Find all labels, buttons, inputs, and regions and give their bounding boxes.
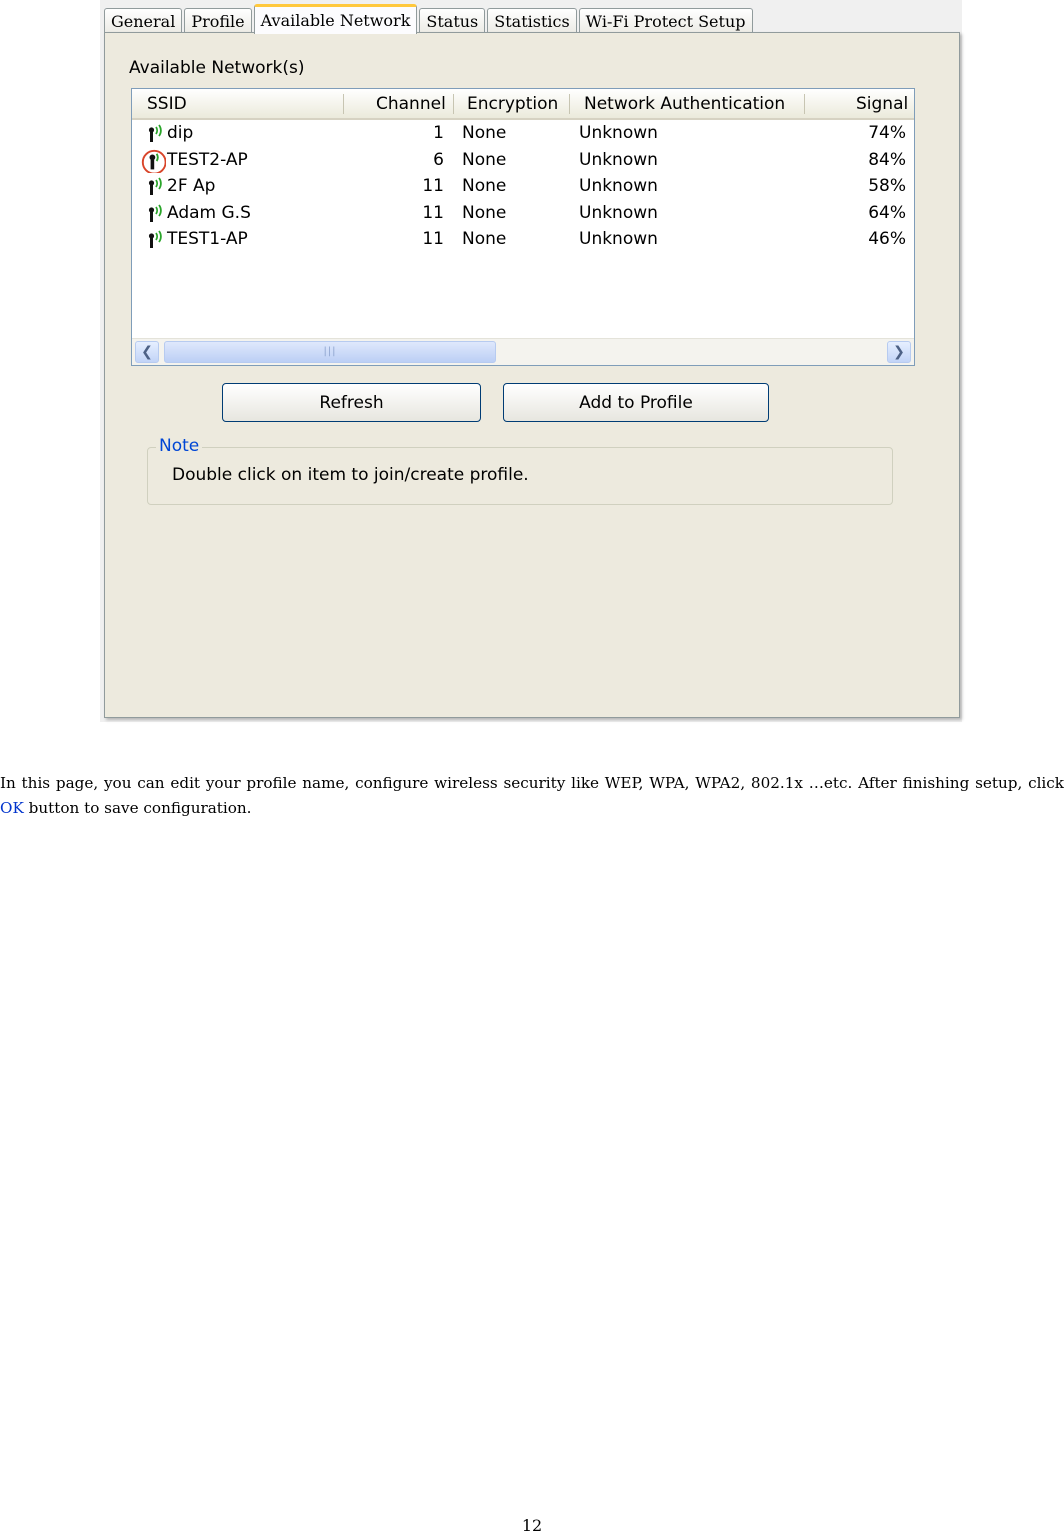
cell-channel: 6 <box>433 149 444 170</box>
cell-signal: 58% <box>868 176 906 197</box>
scrollbar-thumb[interactable]: ||| <box>164 341 496 363</box>
cell-ssid: 2F Ap <box>167 176 216 197</box>
tab-label: Available Network <box>260 11 411 30</box>
cell-encryption: None <box>462 149 507 170</box>
paragraph-text-before: In this page, you can edit your profile … <box>0 774 1064 792</box>
note-text: Double click on item to join/create prof… <box>172 465 529 485</box>
cell-encryption: None <box>462 176 507 197</box>
tab-label: Statistics <box>494 11 570 31</box>
cell-signal: 64% <box>868 202 906 223</box>
tab-label: General <box>111 11 176 31</box>
network-list[interactable]: SSID Channel Encryption Network Authenti… <box>131 88 915 366</box>
column-header-encryption[interactable]: Encryption <box>467 94 558 114</box>
cell-ssid: dip <box>167 123 194 143</box>
cell-ssid: TEST2-AP <box>167 149 248 170</box>
table-row[interactable]: dip 1 None Unknown 74% <box>132 121 914 148</box>
cell-channel: 11 <box>422 202 444 223</box>
network-rows: dip 1 None Unknown 74% TEST2-AP 6 None U… <box>132 121 914 254</box>
cell-encryption: None <box>462 202 507 223</box>
scroll-right-button[interactable]: ❯ <box>887 341 911 363</box>
table-row[interactable]: Adam G.S 11 None Unknown 64% <box>132 201 914 228</box>
column-separator[interactable] <box>569 94 570 114</box>
add-to-profile-button[interactable]: Add to Profile <box>503 383 769 422</box>
connected-network-icon <box>141 149 166 173</box>
cell-authentication: Unknown <box>579 149 658 170</box>
refresh-button[interactable]: Refresh <box>222 383 481 422</box>
tab-label: Wi-Fi Protect Setup <box>585 11 746 31</box>
cell-authentication: Unknown <box>579 229 658 250</box>
cell-encryption: None <box>462 123 507 143</box>
horizontal-scrollbar[interactable]: ❮ ||| ❯ <box>132 338 914 365</box>
page-number: 12 <box>521 1516 543 1535</box>
wireless-signal-icon <box>148 204 162 222</box>
button-label: Refresh <box>319 392 384 413</box>
instruction-paragraph: In this page, you can edit your profile … <box>0 771 1064 821</box>
wireless-signal-icon <box>148 230 162 249</box>
column-separator[interactable] <box>804 94 805 114</box>
note-label: Note <box>156 436 203 456</box>
wireless-signal-icon <box>148 124 162 142</box>
section-title: Available Network(s) <box>129 58 305 78</box>
available-network-panel: Available Network(s) SSID Channel Encryp… <box>104 32 960 718</box>
chevron-left-icon: ❮ <box>141 344 153 360</box>
table-row[interactable]: TEST2-AP 6 None Unknown 84% <box>132 148 914 175</box>
cell-channel: 11 <box>422 229 444 250</box>
tab-label: Profile <box>191 11 245 31</box>
column-separator[interactable] <box>343 94 344 114</box>
scroll-left-button[interactable]: ❮ <box>135 341 159 363</box>
tab-strip: General Profile Available Network Status… <box>104 4 755 34</box>
table-row[interactable]: TEST1-AP 11 None Unknown 46% <box>132 227 914 254</box>
tab-label: Status <box>426 11 479 31</box>
table-row[interactable]: 2F Ap 11 None Unknown 58% <box>132 174 914 201</box>
column-header-ssid[interactable]: SSID <box>147 94 187 114</box>
cell-signal: 46% <box>868 229 906 250</box>
column-header-signal[interactable]: Signal <box>856 94 908 114</box>
tab-status[interactable]: Status <box>419 8 486 33</box>
grip-icon: ||| <box>323 346 337 357</box>
cell-authentication: Unknown <box>579 176 658 197</box>
column-header-network-authentication[interactable]: Network Authentication <box>584 94 785 114</box>
cell-ssid: TEST1-AP <box>167 229 248 250</box>
cell-encryption: None <box>462 229 507 250</box>
tab-general[interactable]: General <box>104 8 183 33</box>
cell-ssid: Adam G.S <box>167 202 251 223</box>
wireless-utility-dialog: General Profile Available Network Status… <box>100 0 962 722</box>
cell-channel: 11 <box>422 176 444 197</box>
cell-authentication: Unknown <box>579 202 658 223</box>
ok-button-reference: OK <box>0 799 24 817</box>
tab-statistics[interactable]: Statistics <box>487 8 577 33</box>
cell-signal: 74% <box>868 123 906 143</box>
cell-authentication: Unknown <box>579 123 658 143</box>
chevron-right-icon: ❯ <box>893 344 905 360</box>
list-header: SSID Channel Encryption Network Authenti… <box>132 89 914 120</box>
button-label: Add to Profile <box>579 392 693 413</box>
column-separator[interactable] <box>453 94 454 114</box>
cell-channel: 1 <box>433 123 444 143</box>
cell-signal: 84% <box>868 149 906 170</box>
column-header-channel[interactable]: Channel <box>376 94 446 114</box>
tab-available-network[interactable]: Available Network <box>253 4 418 34</box>
tab-profile[interactable]: Profile <box>184 8 252 33</box>
tab-wifi-protect-setup[interactable]: Wi-Fi Protect Setup <box>578 8 753 33</box>
wireless-signal-icon <box>148 177 162 196</box>
paragraph-text-after: button to save configuration. <box>28 799 252 817</box>
